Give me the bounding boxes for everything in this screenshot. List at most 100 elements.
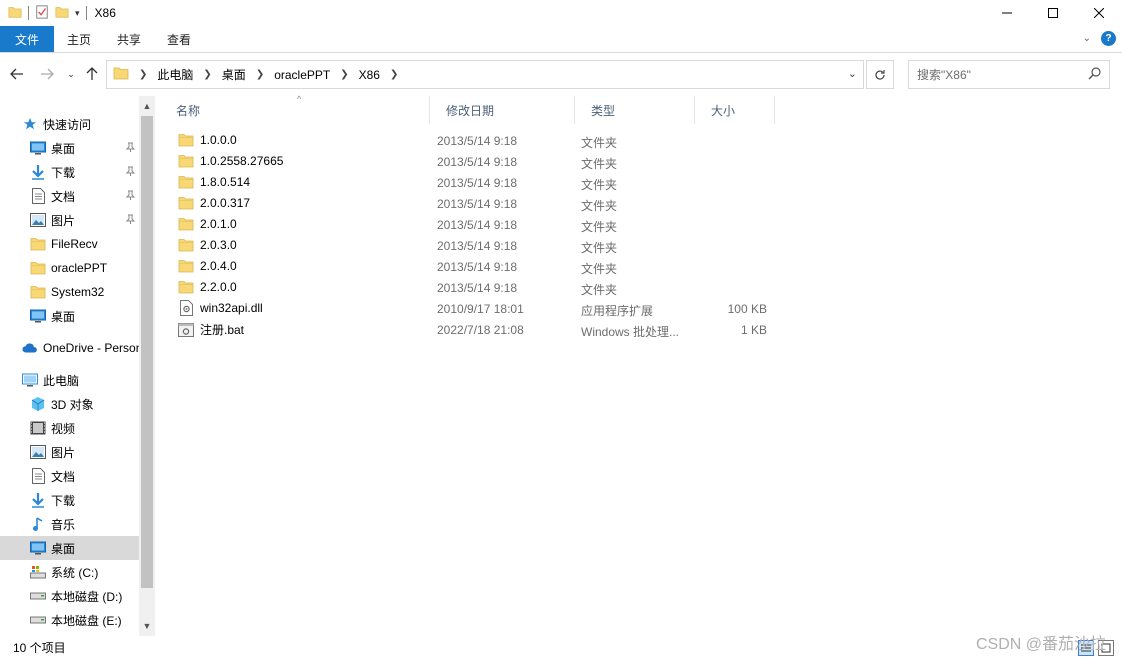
nav-item[interactable]: 桌面 bbox=[0, 136, 139, 160]
scroll-down-icon[interactable]: ▼ bbox=[139, 618, 155, 634]
file-date: 2013/5/14 9:18 bbox=[437, 281, 518, 295]
nav-item[interactable]: 桌面 bbox=[0, 304, 139, 328]
nav-scrollbar[interactable]: ▲ ▼ bbox=[139, 96, 155, 636]
nav-item[interactable]: 3D 对象 bbox=[0, 392, 139, 416]
nav-item-label: oraclePPT bbox=[51, 261, 108, 275]
nav-item[interactable]: 系统 (C:) bbox=[0, 560, 139, 584]
file-row[interactable]: win32api.dll 2010/9/17 18:01 应用程序扩展 100 KB bbox=[160, 297, 780, 318]
properties-icon[interactable] bbox=[35, 4, 49, 22]
nav-item[interactable]: 桌面 bbox=[0, 536, 139, 560]
nav-item[interactable]: 文档 bbox=[0, 184, 139, 208]
customize-toolbar-icon[interactable]: ▾ bbox=[75, 8, 80, 19]
search-icon[interactable] bbox=[1088, 67, 1101, 83]
folder-icon bbox=[8, 5, 22, 22]
new-folder-icon[interactable] bbox=[55, 5, 69, 22]
nav-item-label: 桌面 bbox=[51, 141, 76, 156]
file-date: 2010/9/17 18:01 bbox=[437, 302, 524, 316]
column-header-size[interactable]: 大小 bbox=[695, 96, 775, 124]
column-header-date[interactable]: 修改日期 bbox=[430, 96, 575, 124]
chevron-right-icon[interactable]: ❯ bbox=[340, 69, 348, 80]
nav-item[interactable]: FileRecv bbox=[0, 232, 139, 256]
nav-item[interactable]: 图片 bbox=[0, 440, 139, 464]
nav-item[interactable]: oraclePPT bbox=[0, 256, 139, 280]
search-input[interactable]: 搜索"X86" bbox=[908, 60, 1110, 89]
chevron-right-icon[interactable]: ❯ bbox=[256, 69, 264, 80]
column-header-type[interactable]: 类型 bbox=[575, 96, 695, 124]
file-explorer-window: ▾ X86 文件 主页 共享 查看 ⌄ ? ⌄ ❯ 此电脑 ❯ 桌面 ❯ ora… bbox=[0, 0, 1122, 659]
scrollbar-thumb[interactable] bbox=[141, 116, 153, 588]
file-row[interactable]: 注册.bat 2022/7/18 21:08 Windows 批处理... 1 KB bbox=[160, 318, 780, 339]
address-bar[interactable]: ❯ 此电脑 ❯ 桌面 ❯ oraclePPT ❯ X86 ❯ ⌄ bbox=[106, 60, 864, 89]
column-header-name[interactable]: 名称 ^ bbox=[160, 94, 430, 124]
nav-item[interactable]: OneDrive - Personal bbox=[0, 336, 139, 360]
file-name: 2.2.0.0 bbox=[200, 280, 237, 294]
chevron-down-icon[interactable]: ⌄ bbox=[848, 67, 857, 80]
file-row[interactable]: 2.2.0.0 2013/5/14 9:18 文件夹 bbox=[160, 276, 780, 297]
file-date: 2013/5/14 9:18 bbox=[437, 197, 518, 211]
file-date: 2022/7/18 21:08 bbox=[437, 323, 524, 337]
file-row[interactable]: 2.0.0.317 2013/5/14 9:18 文件夹 bbox=[160, 192, 780, 213]
tab-share[interactable]: 共享 bbox=[104, 26, 154, 52]
folder-icon bbox=[178, 195, 194, 211]
recent-locations-button[interactable]: ⌄ bbox=[60, 63, 82, 85]
nav-item-label: 图片 bbox=[51, 445, 76, 460]
forward-button[interactable] bbox=[36, 63, 58, 85]
file-row[interactable]: 1.8.0.514 2013/5/14 9:18 文件夹 bbox=[160, 171, 780, 192]
nav-item[interactable]: 本地磁盘 (D:) bbox=[0, 584, 139, 608]
breadcrumb-desktop[interactable]: 桌面 bbox=[222, 66, 246, 83]
nav-item[interactable]: 下载 bbox=[0, 160, 139, 184]
drive-icon bbox=[30, 588, 46, 604]
breadcrumb-oracleppt[interactable]: oraclePPT bbox=[274, 68, 330, 82]
nav-item-label: 本地磁盘 (D:) bbox=[51, 589, 123, 604]
nav-item[interactable]: 图片 bbox=[0, 208, 139, 232]
nav-item[interactable]: 视频 bbox=[0, 416, 139, 440]
close-button[interactable] bbox=[1076, 0, 1122, 26]
nav-item[interactable]: 音乐 bbox=[0, 512, 139, 536]
picture-icon bbox=[30, 212, 46, 228]
file-date: 2013/5/14 9:18 bbox=[437, 155, 518, 169]
up-button[interactable] bbox=[81, 63, 103, 85]
nav-item-label: 桌面 bbox=[51, 309, 76, 324]
file-row[interactable]: 1.0.0.0 2013/5/14 9:18 文件夹 bbox=[160, 129, 780, 150]
nav-item[interactable]: 此电脑 bbox=[0, 368, 139, 392]
scroll-up-icon[interactable]: ▲ bbox=[139, 98, 155, 114]
file-name-cell: 2.0.4.0 bbox=[178, 258, 237, 274]
chevron-right-icon[interactable]: ❯ bbox=[139, 69, 147, 80]
sort-ascending-icon: ^ bbox=[297, 94, 302, 104]
file-list: 名称 ^ 修改日期 类型 大小 1.0.0.0 2013/5/14 9:18 文件夹… bbox=[160, 94, 1122, 636]
nav-item[interactable]: System32 bbox=[0, 280, 139, 304]
file-type: 文件夹 bbox=[581, 262, 618, 276]
folder-icon bbox=[178, 237, 194, 253]
file-row[interactable]: 2.0.1.0 2013/5/14 9:18 文件夹 bbox=[160, 213, 780, 234]
breadcrumb-this-pc[interactable]: 此电脑 bbox=[157, 66, 193, 83]
file-type: 应用程序扩展 bbox=[581, 304, 654, 318]
dll-file-icon bbox=[178, 300, 194, 316]
nav-item[interactable]: 本地磁盘 (E:) bbox=[0, 608, 139, 632]
picture-icon bbox=[30, 444, 46, 460]
file-row[interactable]: 1.0.2558.27665 2013/5/14 9:18 文件夹 bbox=[160, 150, 780, 171]
chevron-right-icon[interactable]: ❯ bbox=[203, 69, 211, 80]
refresh-button[interactable] bbox=[866, 60, 894, 89]
back-button[interactable] bbox=[6, 63, 28, 85]
window-controls bbox=[984, 0, 1122, 26]
minimize-button[interactable] bbox=[984, 0, 1030, 26]
expand-ribbon-icon[interactable]: ⌄ bbox=[1083, 33, 1091, 44]
file-date: 2013/5/14 9:18 bbox=[437, 260, 518, 274]
tab-home[interactable]: 主页 bbox=[54, 26, 104, 52]
nav-item[interactable]: 下载 bbox=[0, 488, 139, 512]
maximize-button[interactable] bbox=[1030, 0, 1076, 26]
tab-view[interactable]: 查看 bbox=[154, 26, 204, 52]
tab-file[interactable]: 文件 bbox=[0, 26, 54, 52]
breadcrumb-x86[interactable]: X86 bbox=[359, 68, 380, 82]
file-type: 文件夹 bbox=[581, 241, 618, 255]
nav-item[interactable]: 快速访问 bbox=[0, 112, 139, 136]
nav-item-label: 图片 bbox=[51, 213, 76, 228]
nav-item[interactable]: 文档 bbox=[0, 464, 139, 488]
chevron-right-icon[interactable]: ❯ bbox=[390, 69, 398, 80]
help-icon[interactable]: ? bbox=[1101, 31, 1116, 46]
nav-item-label: 快速访问 bbox=[43, 117, 92, 132]
pin-icon bbox=[125, 190, 136, 203]
file-type: 文件夹 bbox=[581, 199, 618, 213]
file-row[interactable]: 2.0.3.0 2013/5/14 9:18 文件夹 bbox=[160, 234, 780, 255]
file-row[interactable]: 2.0.4.0 2013/5/14 9:18 文件夹 bbox=[160, 255, 780, 276]
